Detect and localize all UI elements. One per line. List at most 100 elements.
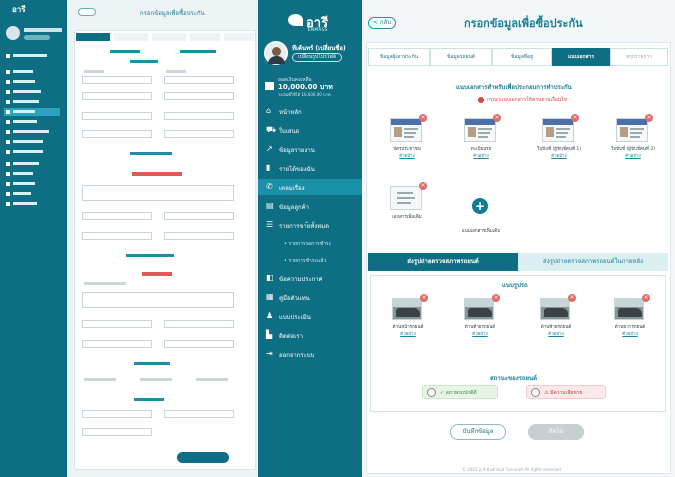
- sidebar-item[interactable]: ▤ ข้อมูลลูกค้า: [258, 198, 362, 214]
- preview-nav-item[interactable]: [4, 88, 60, 96]
- vehicle-photo[interactable]: [392, 298, 422, 320]
- radio-circle[interactable]: [531, 388, 540, 397]
- profile-button[interactable]: เปลี่ยนรูปโปรไฟล์: [292, 53, 342, 62]
- vehicle-photo-tile[interactable]: × ด้านท้ายรถยนต์ ตัวอย่าง: [456, 294, 504, 344]
- app-logo[interactable]: อารี ENMASS: [288, 10, 336, 34]
- vehicle-photo[interactable]: [614, 298, 644, 320]
- preview-field[interactable]: [164, 130, 234, 138]
- document-thumbnail[interactable]: [542, 118, 574, 142]
- sidebar-item[interactable]: ▙ ติดต่อเรา: [258, 327, 362, 343]
- example-link[interactable]: ตัวอย่าง: [534, 152, 584, 159]
- sidebar-item[interactable]: ◧ ข้อความประกาศ: [258, 270, 362, 286]
- sidebar-item[interactable]: ⌂ หน้าหลัก: [258, 103, 362, 119]
- document-tile[interactable]: × บัตรประชาชน ตัวอย่าง: [382, 114, 432, 168]
- sidebar-item[interactable]: ⇥ ออกจากระบบ: [258, 346, 362, 362]
- example-link[interactable]: ตัวอย่าง: [606, 330, 654, 337]
- document-thumbnail[interactable]: [616, 118, 648, 142]
- step-5[interactable]: สรุปรายการ: [610, 48, 668, 66]
- example-link[interactable]: ตัวอย่าง: [608, 152, 658, 159]
- vehicle-photo[interactable]: [540, 298, 570, 320]
- tab-send-later[interactable]: ส่งรูปถ่ายตรวจสภาพรถยนต์ในภายหลัง: [518, 253, 668, 271]
- preview-nav-item[interactable]: [4, 170, 60, 178]
- tab-send-photos[interactable]: ส่งรูปถ่ายตรวจสภาพรถยนต์: [368, 253, 518, 271]
- preview-field[interactable]: [164, 212, 234, 220]
- preview-step[interactable]: [76, 33, 110, 41]
- document-thumbnail[interactable]: [464, 118, 496, 142]
- preview-radio[interactable]: [84, 378, 116, 381]
- preview-nav-item[interactable]: [4, 68, 60, 76]
- preview-textarea[interactable]: [82, 185, 234, 201]
- vehicle-photo[interactable]: [464, 298, 494, 320]
- document-thumbnail[interactable]: [390, 186, 422, 210]
- preview-step[interactable]: [224, 33, 254, 41]
- preview-nav-item-active[interactable]: [4, 108, 60, 116]
- preview-nav-item[interactable]: [4, 200, 60, 208]
- preview-field[interactable]: [82, 92, 152, 100]
- preview-tab-label[interactable]: [110, 50, 140, 53]
- preview-field[interactable]: [82, 428, 152, 436]
- remove-icon[interactable]: ×: [419, 182, 427, 190]
- back-button[interactable]: < กลับ: [368, 17, 396, 29]
- sidebar-item[interactable]: ✆ เคลมเรื่อง: [258, 179, 362, 195]
- remove-icon[interactable]: ×: [493, 114, 501, 122]
- preview-nav-item[interactable]: [4, 190, 60, 198]
- preview-nav-item[interactable]: [4, 138, 60, 146]
- sidebar-item[interactable]: ▦ คู่มือตัวแทน: [258, 289, 362, 305]
- document-tile[interactable]: × เอกสารเพิ่มเติม: [382, 182, 432, 236]
- example-link[interactable]: ตัวอย่าง: [532, 330, 580, 337]
- status-damaged-option[interactable]: ⚠ มีความเสียหาย: [526, 385, 606, 399]
- preview-field[interactable]: [164, 232, 234, 240]
- preview-tab-label[interactable]: [180, 50, 216, 53]
- preview-field[interactable]: [82, 112, 152, 120]
- remove-icon[interactable]: ×: [419, 114, 427, 122]
- preview-field[interactable]: [164, 340, 234, 348]
- preview-field[interactable]: [82, 320, 152, 328]
- add-document-button[interactable]: +: [472, 198, 488, 214]
- status-ok-option[interactable]: ✓ สภาพรถปกติดี: [422, 385, 498, 399]
- remove-icon[interactable]: ×: [568, 294, 576, 302]
- sidebar-item[interactable]: ♟ แบบประเมิน: [258, 308, 362, 324]
- remove-icon[interactable]: ×: [571, 114, 579, 122]
- preview-step[interactable]: [152, 33, 186, 41]
- avatar[interactable]: [264, 41, 288, 65]
- preview-radio[interactable]: [196, 378, 228, 381]
- preview-field[interactable]: [164, 76, 234, 84]
- remove-icon[interactable]: ×: [492, 294, 500, 302]
- example-link[interactable]: ตัวอย่าง: [384, 330, 432, 337]
- sidebar-item[interactable]: ▮ รายได้ของฉัน: [258, 160, 362, 176]
- preview-nav-item[interactable]: [4, 128, 60, 136]
- remove-icon[interactable]: ×: [420, 294, 428, 302]
- document-thumbnail[interactable]: [390, 118, 422, 142]
- preview-radio[interactable]: [140, 378, 172, 381]
- sidebar-item[interactable]: ⛟ ใบเสนอ: [258, 122, 362, 138]
- preview-back-button[interactable]: [78, 8, 96, 16]
- preview-field[interactable]: [82, 232, 152, 240]
- remove-icon[interactable]: ×: [642, 294, 650, 302]
- preview-nav-item[interactable]: [4, 160, 60, 168]
- preview-nav-item[interactable]: [4, 180, 60, 188]
- preview-field[interactable]: [82, 410, 152, 418]
- next-button[interactable]: ถัดไป: [528, 424, 584, 440]
- preview-next-button[interactable]: [177, 452, 229, 463]
- preview-field[interactable]: [164, 320, 234, 328]
- preview-field[interactable]: [82, 76, 152, 84]
- example-link[interactable]: ตัวอย่าง: [456, 152, 506, 159]
- step-4-active[interactable]: แนบเอกสาร: [552, 48, 610, 66]
- preview-nav-item[interactable]: [4, 118, 60, 126]
- sidebar-item[interactable]: • รายการชำระแล้ว: [258, 253, 362, 269]
- preview-step[interactable]: [114, 33, 148, 41]
- preview-nav-item[interactable]: [4, 148, 60, 156]
- example-link[interactable]: ตัวอย่าง: [456, 330, 504, 337]
- preview-field[interactable]: [82, 340, 152, 348]
- vehicle-photo-tile[interactable]: × ด้านขวารถยนต์ ตัวอย่าง: [606, 294, 654, 344]
- preview-textarea[interactable]: [82, 292, 234, 308]
- radio-circle[interactable]: [427, 388, 436, 397]
- preview-field[interactable]: [82, 212, 152, 220]
- preview-checkbox-label[interactable]: [84, 282, 126, 285]
- remove-icon[interactable]: ×: [645, 114, 653, 122]
- sidebar-item[interactable]: • รายการรอการชำระ: [258, 236, 362, 252]
- document-tile[interactable]: × ใบขับขี่ (ผู้ขับขี่คนที่ 2) ตัวอย่าง: [608, 114, 658, 168]
- step-1[interactable]: ข้อมูลผู้เอาประกัน: [368, 48, 430, 66]
- sidebar-item[interactable]: ☰ รายการขายทั้งหมด ⌃: [258, 217, 362, 233]
- preview-field[interactable]: [164, 112, 234, 120]
